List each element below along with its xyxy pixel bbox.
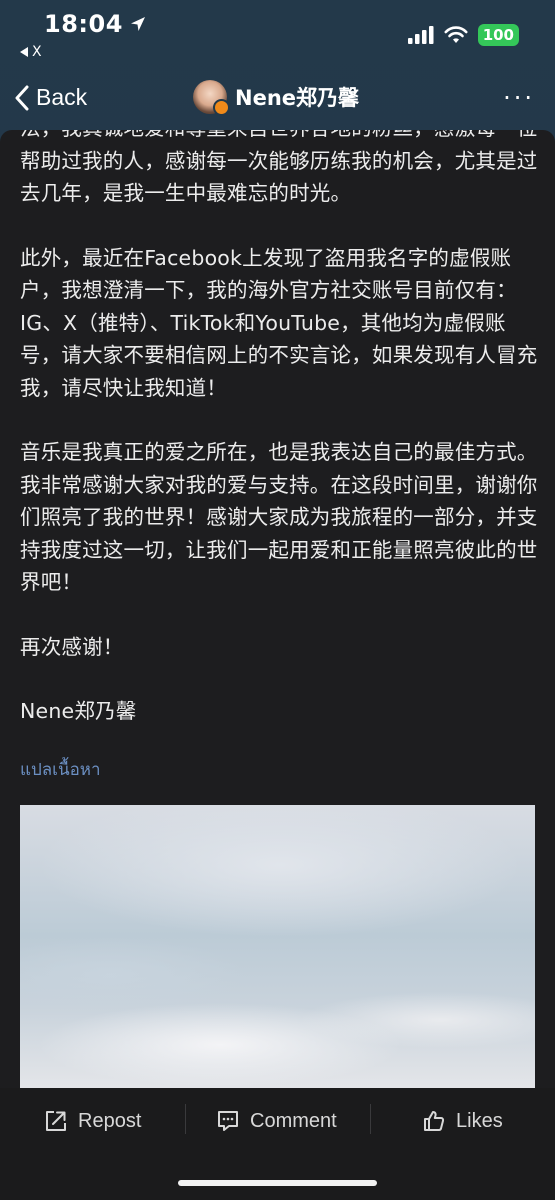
- status-time-text: 18:04: [44, 10, 123, 38]
- action-divider: [185, 1104, 186, 1134]
- likes-label: Likes: [456, 1109, 503, 1132]
- location-arrow-icon: [130, 17, 145, 31]
- signal-icon: [407, 26, 434, 44]
- back-triangle-icon: [20, 47, 28, 57]
- translate-link[interactable]: แปลเนื้อหา: [20, 756, 101, 783]
- comment-button[interactable]: Comment: [216, 1106, 337, 1136]
- avatar[interactable]: [193, 80, 230, 116]
- repost-icon: [46, 1111, 66, 1131]
- post-image[interactable]: [20, 805, 535, 1088]
- post-signature: Nene郑乃馨: [20, 699, 137, 723]
- back-label: Back: [36, 84, 88, 110]
- back-button[interactable]: Back: [14, 84, 87, 111]
- home-indicator[interactable]: [178, 1180, 377, 1186]
- post-paragraph: 音乐是我真正的爱之所在，也是我表达自己的最佳方式。我非常感谢大家对我的爱与支持。…: [20, 440, 538, 594]
- repost-button[interactable]: Repost: [44, 1106, 141, 1136]
- repost-label: Repost: [78, 1109, 142, 1132]
- comment-icon: [218, 1111, 238, 1131]
- nav-bar: Back Nene郑乃馨 ···: [0, 72, 555, 128]
- back-to-app-button[interactable]: X: [20, 44, 42, 60]
- post-paragraph: 此外，最近在Facebook上发现了盗用我名字的虚假账户，我想澄清一下，我的海外…: [20, 245, 538, 400]
- wifi-icon: [444, 26, 468, 43]
- likes-button[interactable]: Likes: [422, 1106, 503, 1136]
- status-indicators: 100: [407, 24, 519, 46]
- verified-badge-icon: [213, 99, 230, 116]
- thumbs-up-icon: [424, 1111, 445, 1131]
- battery-indicator: 100: [477, 24, 519, 46]
- post-card: 法，我真诚地爱和尊重来自世界各地的粉丝，感激每一位帮助过我的人，感谢每一次能够历…: [0, 130, 555, 1088]
- profile-name: Nene郑乃馨: [235, 86, 360, 110]
- comment-label: Comment: [250, 1109, 337, 1132]
- post-paragraph: 法，我真诚地爱和尊重来自世界各地的粉丝，感激每一位帮助过我的人，感谢每一次能够历…: [20, 130, 538, 205]
- back-app-label: X: [32, 44, 42, 60]
- post-body: 法，我真诚地爱和尊重来自世界各地的粉丝，感激每一位帮助过我的人，感谢每一次能够历…: [20, 130, 540, 760]
- screen: 18:04 X 100 Back Nene郑乃馨 ··· 帮助过我的人，感谢每一…: [0, 0, 555, 1200]
- status-time: 18:04: [44, 10, 147, 38]
- profile-title[interactable]: Nene郑乃馨: [193, 80, 360, 116]
- more-options-icon[interactable]: ···: [503, 84, 535, 112]
- action-divider: [370, 1104, 371, 1134]
- chevron-left-icon: [15, 85, 29, 110]
- status-bar: 18:04 X 100: [0, 0, 555, 68]
- post-paragraph: 再次感谢！: [20, 634, 124, 659]
